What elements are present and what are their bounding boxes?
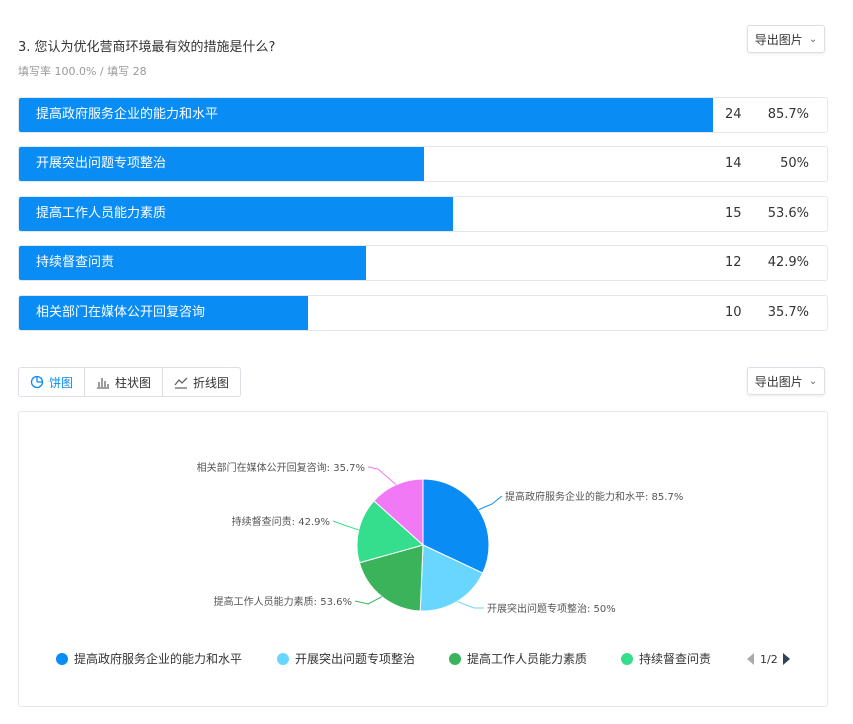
option-label: 持续督查问责 xyxy=(36,255,115,270)
chart-type-tabs: 饼图 柱状图 折线图 xyxy=(18,367,242,397)
option-row: 相关部门在媒体公开回复咨询 10 35.7% xyxy=(18,295,828,331)
option-row: 开展突出问题专项整治 14 50% xyxy=(18,146,828,182)
tab-bar-label: 柱状图 xyxy=(115,375,152,390)
export-image-button[interactable]: 导出图片 ⌄ xyxy=(747,25,825,53)
option-count: 15 xyxy=(725,206,742,221)
option-percent: 50% xyxy=(780,156,809,171)
tab-line-label: 折线图 xyxy=(193,375,230,390)
option-label: 开展突出问题专项整治 xyxy=(36,156,167,171)
chart-export-image-button[interactable]: 导出图片 ⌄ xyxy=(747,367,825,395)
option-row: 持续督查问责 12 42.9% xyxy=(18,245,828,281)
option-count: 10 xyxy=(725,305,742,320)
option-label: 相关部门在媒体公开回复咨询 xyxy=(36,305,206,320)
chart-export-label: 导出图片 xyxy=(754,374,803,389)
option-label: 提高工作人员能力素质 xyxy=(36,206,167,221)
option-row: 提高政府服务企业的能力和水平 24 85.7% xyxy=(18,97,828,133)
option-label: 提高政府服务企业的能力和水平 xyxy=(36,107,219,122)
line-chart-icon xyxy=(174,377,188,389)
chevron-down-icon: ⌄ xyxy=(808,375,818,387)
fill-rate: 填写率 100.0% / 填写 28 xyxy=(18,65,147,78)
pie-chart-icon xyxy=(30,375,44,389)
option-row: 提高工作人员能力素质 15 53.6% xyxy=(18,196,828,232)
tab-pie-label: 饼图 xyxy=(49,375,74,390)
option-percent: 35.7% xyxy=(767,305,809,320)
chevron-down-icon: ⌄ xyxy=(808,33,818,45)
option-percent: 53.6% xyxy=(767,206,809,221)
option-count: 12 xyxy=(725,255,742,270)
tab-bar[interactable]: 柱状图 xyxy=(85,368,164,396)
question-title: 3. 您认为优化营商环境最有效的措施是什么? xyxy=(18,40,276,55)
option-percent: 42.9% xyxy=(767,255,809,270)
export-label: 导出图片 xyxy=(754,32,803,47)
option-count: 24 xyxy=(725,107,742,122)
bar-chart-icon xyxy=(97,378,110,389)
option-percent: 85.7% xyxy=(767,107,809,122)
tab-pie[interactable]: 饼图 xyxy=(19,368,86,396)
tab-line[interactable]: 折线图 xyxy=(163,368,240,396)
option-count: 14 xyxy=(725,156,742,171)
chart-panel xyxy=(18,411,828,707)
